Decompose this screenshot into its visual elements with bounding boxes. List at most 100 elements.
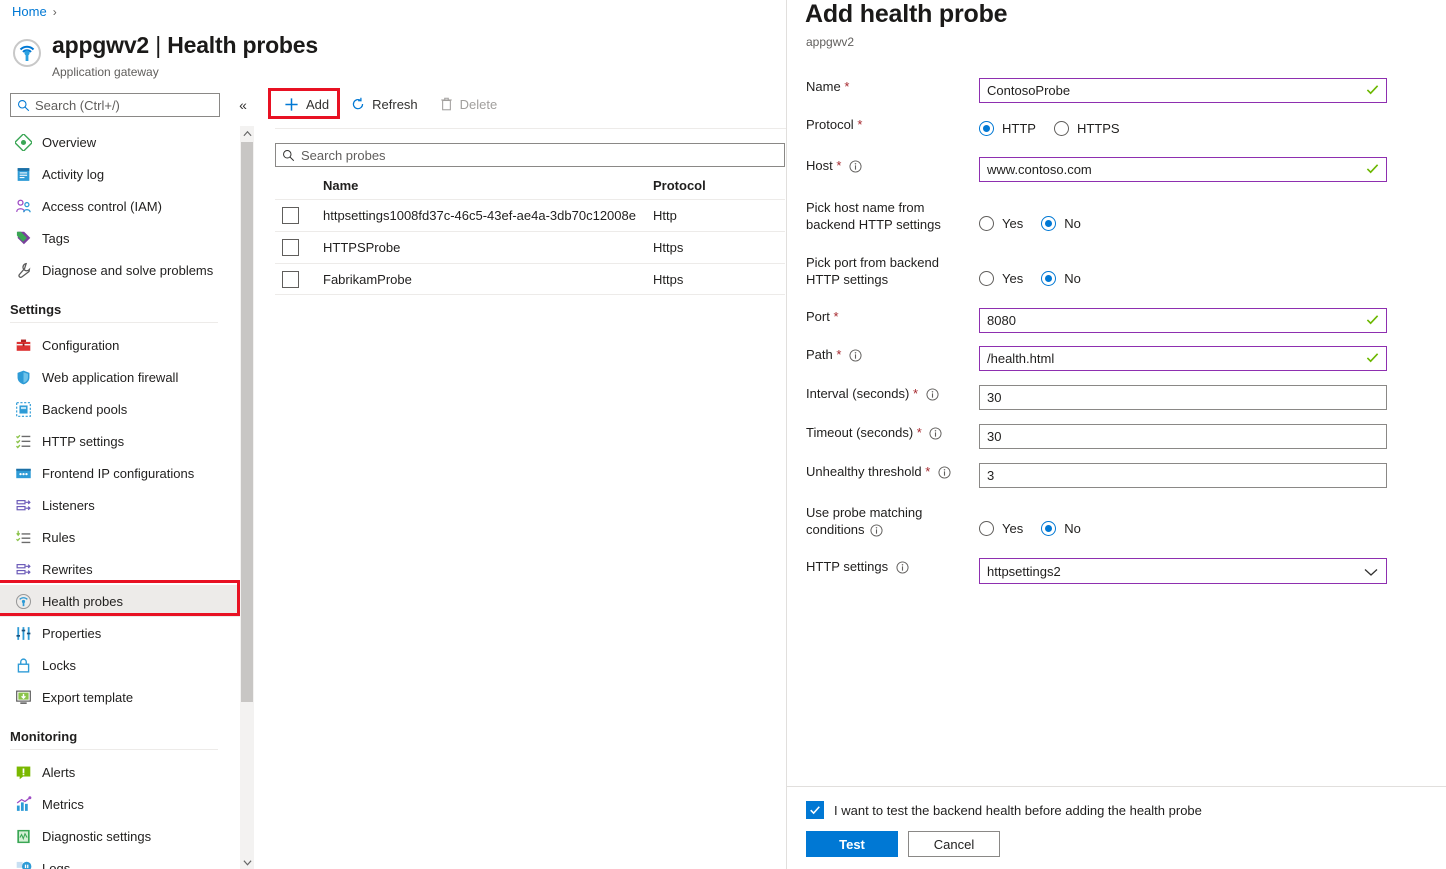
radio-protocol-http[interactable]: HTTP <box>979 121 1036 136</box>
sidebar-search-input[interactable]: Search (Ctrl+/) <box>10 93 220 117</box>
field-row-timeout: Timeout (seconds) * 30 <box>787 424 1446 449</box>
radio-pick-port-yes[interactable]: Yes <box>979 271 1023 286</box>
sidebar-item-label: Metrics <box>42 796 84 812</box>
name-input-value: ContosoProbe <box>987 83 1071 98</box>
http-settings-dropdown[interactable]: httpsettings2 <box>979 558 1387 584</box>
listeners-icon <box>14 496 32 514</box>
info-icon[interactable] <box>849 349 862 362</box>
sidebar-search-placeholder: Search (Ctrl+/) <box>35 97 120 113</box>
field-row-interval: Interval (seconds) * 30 <box>787 385 1446 410</box>
cell-probe-name[interactable]: httpsettings1008fd37c-46c5-43ef-ae4a-3db… <box>323 208 653 223</box>
sidebar-item-configuration[interactable]: Configuration <box>0 329 240 361</box>
radio-probe-matching-yes[interactable]: Yes <box>979 521 1023 536</box>
table-row[interactable]: FabrikamProbe Https <box>275 263 785 295</box>
sidebar-item-access-control-iam[interactable]: Access control (IAM) <box>0 190 240 222</box>
radio-pick-port-no-label: No <box>1064 271 1081 286</box>
table-row[interactable]: httpsettings1008fd37c-46c5-43ef-ae4a-3db… <box>275 199 785 231</box>
sidebar-item-tags[interactable]: Tags <box>0 222 240 254</box>
path-input[interactable]: /health.html <box>979 346 1387 371</box>
radio-pick-host-yes[interactable]: Yes <box>979 216 1023 231</box>
radio-pick-port-no[interactable]: No <box>1041 271 1081 286</box>
test-backend-checkbox[interactable] <box>806 801 824 819</box>
sidebar-item-rewrites[interactable]: Rewrites <box>0 553 240 585</box>
breadcrumb-home[interactable]: Home <box>12 4 47 19</box>
port-input[interactable]: 8080 <box>979 308 1387 333</box>
row-checkbox[interactable] <box>282 207 299 224</box>
field-row-pick-port: Pick port from backend HTTP settings Yes… <box>787 254 1446 291</box>
radio-protocol-https-label: HTTPS <box>1076 121 1120 136</box>
interval-input-value: 30 <box>987 390 1002 405</box>
sidebar-item-http-settings[interactable]: HTTP settings <box>0 425 240 457</box>
label-timeout-text: Timeout (seconds) <box>806 425 914 440</box>
scroll-down-arrow-icon[interactable] <box>240 855 254 869</box>
cell-probe-name[interactable]: HTTPSProbe <box>323 240 653 255</box>
sidebar-scrollbar-thumb[interactable] <box>241 142 253 702</box>
info-icon[interactable] <box>896 561 909 574</box>
cancel-button[interactable]: Cancel <box>908 831 1000 857</box>
radio-dot-icon <box>1041 521 1057 536</box>
sidebar-item-frontend-ip-configurations[interactable]: Frontend IP configurations <box>0 457 240 489</box>
timeout-input[interactable]: 30 <box>979 424 1387 449</box>
sidebar-item-label: Configuration <box>42 337 120 353</box>
sidebar-item-metrics[interactable]: Metrics <box>0 788 240 820</box>
scroll-up-arrow-icon[interactable] <box>240 126 254 140</box>
sidebar-item-listeners[interactable]: Listeners <box>0 489 240 521</box>
test-button[interactable]: Test <box>806 831 898 857</box>
http-settings-selected-value: httpsettings2 <box>987 563 1061 579</box>
required-asterisk: * <box>844 79 850 94</box>
sidebar-item-overview[interactable]: Overview <box>0 126 240 158</box>
sidebar-collapse-button[interactable]: « <box>232 93 254 117</box>
cell-probe-name[interactable]: FabrikamProbe <box>323 272 653 287</box>
sidebar-group-settings: Settings <box>10 302 62 317</box>
sidebar-item-web-application-firewall[interactable]: Web application firewall <box>0 361 240 393</box>
sidebar-item-export-template[interactable]: Export template <box>0 681 240 713</box>
sidebar-item-activity-log[interactable]: Activity log <box>0 158 240 190</box>
label-http-settings: HTTP settings <box>787 558 979 584</box>
host-input[interactable]: www.contoso.com <box>979 157 1387 182</box>
diagnostic-settings-icon <box>14 827 32 845</box>
table-row[interactable]: HTTPSProbe Https <box>275 231 785 263</box>
valid-check-icon <box>1366 351 1379 364</box>
row-checkbox[interactable] <box>282 270 299 288</box>
row-checkbox[interactable] <box>282 239 299 256</box>
info-icon[interactable] <box>938 466 951 479</box>
name-input[interactable]: ContosoProbe <box>979 78 1387 103</box>
sidebar-item-backend-pools[interactable]: Backend pools <box>0 393 240 425</box>
sidebar-item-health-probes[interactable]: Health probes <box>0 585 240 617</box>
sidebar-item-properties[interactable]: Properties <box>0 617 240 649</box>
radio-protocol-https[interactable]: HTTPS <box>1053 121 1120 136</box>
access-control-icon <box>14 197 32 215</box>
timeout-input-value: 30 <box>987 429 1002 444</box>
label-name-text: Name <box>806 79 841 94</box>
info-icon[interactable] <box>870 524 883 537</box>
info-icon[interactable] <box>926 388 939 401</box>
radio-probe-matching-no[interactable]: No <box>1041 521 1081 536</box>
path-input-value: /health.html <box>987 351 1055 366</box>
unhealthy-threshold-input[interactable]: 3 <box>979 463 1387 488</box>
label-probe-matching: Use probe matching conditions <box>787 504 979 541</box>
port-input-value: 8080 <box>987 313 1016 328</box>
sidebar-item-label: Activity log <box>42 166 105 182</box>
unhealthy-threshold-input-value: 3 <box>987 468 995 483</box>
column-header-protocol[interactable]: Protocol <box>653 178 783 193</box>
search-icon <box>282 149 295 162</box>
refresh-button[interactable]: Refresh <box>342 91 427 117</box>
info-icon[interactable] <box>849 160 862 173</box>
http-settings-icon <box>14 432 32 450</box>
locks-icon <box>14 656 32 674</box>
sidebar-item-rules[interactable]: Rules <box>0 521 240 553</box>
sidebar-item-alerts[interactable]: Alerts <box>0 756 240 788</box>
radio-pick-host-no[interactable]: No <box>1041 216 1081 231</box>
info-icon[interactable] <box>929 427 943 440</box>
add-button[interactable]: Add <box>275 91 338 117</box>
sidebar-item-diagnose-and-solve-problems[interactable]: Diagnose and solve problems <box>0 254 240 286</box>
sidebar-item-diagnostic-settings[interactable]: Diagnostic settings <box>0 820 240 852</box>
interval-input[interactable]: 30 <box>979 385 1387 410</box>
sidebar-item-logs[interactable]: Logs <box>0 852 240 869</box>
sidebar-item-locks[interactable]: Locks <box>0 649 240 681</box>
probe-search-input[interactable]: Search probes <box>275 143 785 167</box>
label-interval: Interval (seconds) * <box>787 385 979 410</box>
column-header-name[interactable]: Name <box>323 178 653 193</box>
rewrites-icon <box>14 560 32 578</box>
sidebar-item-label: Logs <box>42 860 71 869</box>
